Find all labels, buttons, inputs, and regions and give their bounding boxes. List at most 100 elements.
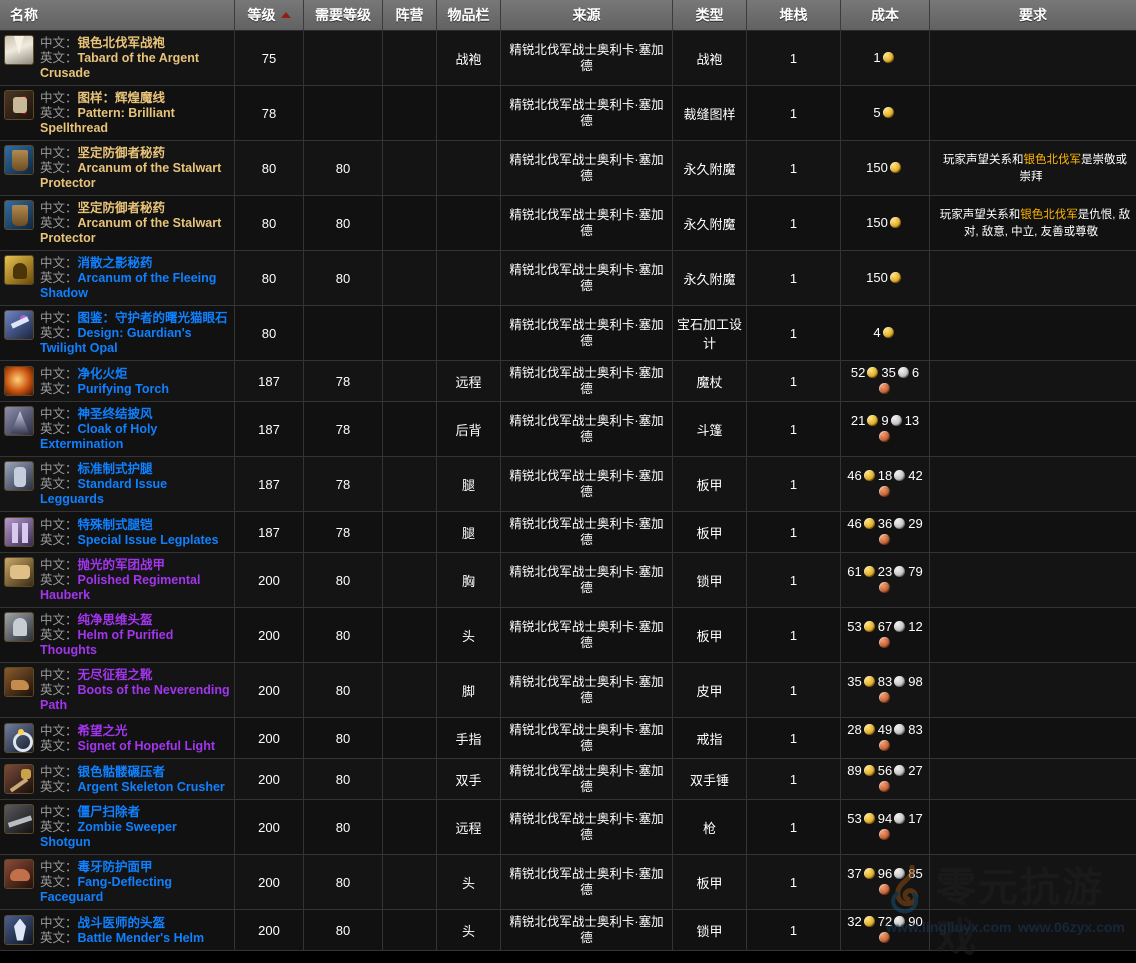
item-name-en[interactable]: Special Issue Legplates: [78, 533, 219, 547]
item-name-cn[interactable]: 神圣终结披风: [78, 407, 153, 421]
item-icon-mace[interactable]: [4, 764, 34, 794]
cell-source[interactable]: 精锐北伐军战士奥利卡·塞加德: [501, 512, 673, 553]
cell-source[interactable]: 精锐北伐军战士奥利卡·塞加德: [501, 608, 673, 663]
item-icon-face[interactable]: [4, 859, 34, 889]
cell-source[interactable]: 精锐北伐军战士奥利卡·塞加德: [501, 800, 673, 855]
requirement-faction[interactable]: 银色北伐军: [1024, 154, 1082, 166]
table-row[interactable]: 中文：纯净思维头盔英文：Helm of Purified Thoughts200…: [0, 608, 1136, 663]
cell-source[interactable]: 精锐北伐军战士奥利卡·塞加德: [501, 759, 673, 800]
item-name-cn[interactable]: 无尽征程之靴: [78, 668, 153, 682]
item-icon-ring[interactable]: [4, 723, 34, 753]
item-icon-arcanum[interactable]: [4, 200, 34, 230]
item-name-cn[interactable]: 银色北伐军战袍: [78, 36, 166, 50]
table-row[interactable]: 中文：特殊制式腿铠英文：Special Issue Legplates18778…: [0, 512, 1136, 553]
cell-source[interactable]: 精锐北伐军战士奥利卡·塞加德: [501, 196, 673, 251]
item-name-en[interactable]: Battle Mender's Helm: [78, 931, 205, 945]
table-row[interactable]: 中文：战斗医师的头盔英文：Battle Mender's Helm20080头精…: [0, 910, 1136, 951]
item-icon-arcanum[interactable]: [4, 145, 34, 175]
table-row[interactable]: 中文：无尽征程之靴英文：Boots of the Neverending Pat…: [0, 663, 1136, 718]
cell-source[interactable]: 精锐北伐军战士奥利卡·塞加德: [501, 306, 673, 361]
item-icon-design[interactable]: [4, 310, 34, 340]
item-icon-helm[interactable]: [4, 612, 34, 642]
cell-source[interactable]: 精锐北伐军战士奥利卡·塞加德: [501, 910, 673, 951]
item-icon-legs[interactable]: [4, 461, 34, 491]
item-name-cn[interactable]: 纯净思维头盔: [78, 613, 153, 627]
item-name-cn[interactable]: 银色骷髅碾压者: [78, 765, 166, 779]
cell-source[interactable]: 精锐北伐军战士奥利卡·塞加德: [501, 251, 673, 306]
cell-type: 板甲: [673, 855, 747, 910]
label-chinese: 中文：: [40, 613, 78, 627]
table-row[interactable]: 中文：坚定防御者秘药英文：Arcanum of the Stalwart Pro…: [0, 141, 1136, 196]
item-name-en[interactable]: Purifying Torch: [78, 382, 169, 396]
cell-requirement: 玩家声望关系和银色北伐军是崇敬或崇拜: [930, 141, 1136, 196]
table-row[interactable]: 中文：抛光的军团战甲英文：Polished Regimental Hauberk…: [0, 553, 1136, 608]
item-name-cn[interactable]: 坚定防御者秘药: [78, 146, 166, 160]
cell-source[interactable]: 精锐北伐军战士奥利卡·塞加德: [501, 855, 673, 910]
table-row[interactable]: 中文：坚定防御者秘药英文：Arcanum of the Stalwart Pro…: [0, 196, 1136, 251]
item-icon-legs2[interactable]: [4, 517, 34, 547]
table-row[interactable]: 中文：银色北伐军战袍英文：Tabard of the Argent Crusad…: [0, 31, 1136, 86]
table-row[interactable]: 中文：希望之光英文：Signet of Hopeful Light20080手指…: [0, 718, 1136, 759]
item-icon-boots[interactable]: [4, 667, 34, 697]
table-row[interactable]: 中文：神圣终结披风英文：Cloak of Holy Extermination1…: [0, 402, 1136, 457]
item-name-cn[interactable]: 净化火炬: [78, 367, 128, 381]
item-name-cn[interactable]: 特殊制式腿铠: [78, 518, 153, 532]
cell-faction: [383, 910, 437, 951]
item-icon-gun[interactable]: [4, 804, 34, 834]
column-header-level[interactable]: 等级: [235, 0, 304, 31]
item-icon-cloak[interactable]: [4, 406, 34, 436]
item-name-cn[interactable]: 图鉴：守护者的曙光猫眼石: [78, 311, 228, 325]
cost-amount-gold: 35: [847, 674, 861, 689]
item-icon-chest[interactable]: [4, 557, 34, 587]
cell-stack: 1: [747, 86, 841, 141]
item-icon-torch[interactable]: [4, 366, 34, 396]
cell-source[interactable]: 精锐北伐军战士奥利卡·塞加德: [501, 457, 673, 512]
table-row[interactable]: 中文：图样：辉煌魔线英文：Pattern: Brilliant Spellthr…: [0, 86, 1136, 141]
cell-source[interactable]: 精锐北伐军战士奥利卡·塞加德: [501, 361, 673, 402]
column-header-faction[interactable]: 阵营: [383, 0, 437, 31]
item-name-cn[interactable]: 毒牙防护面甲: [78, 860, 153, 874]
requirement-faction[interactable]: 银色北伐军: [1020, 209, 1078, 221]
cell-source[interactable]: 精锐北伐军战士奥利卡·塞加德: [501, 553, 673, 608]
cell-source[interactable]: 精锐北伐军战士奥利卡·塞加德: [501, 718, 673, 759]
cell-source[interactable]: 精锐北伐军战士奥利卡·塞加德: [501, 31, 673, 86]
item-name-cn[interactable]: 希望之光: [78, 724, 128, 738]
table-row[interactable]: 中文：消散之影秘药英文：Arcanum of the Fleeing Shado…: [0, 251, 1136, 306]
column-header-slot[interactable]: 物品栏: [437, 0, 501, 31]
item-icon-arcanum2[interactable]: [4, 255, 34, 285]
item-icon-tabard[interactable]: [4, 35, 34, 65]
item-icon-bhelm[interactable]: [4, 915, 34, 945]
column-header-stack[interactable]: 堆栈: [747, 0, 841, 31]
column-header-source[interactable]: 来源: [501, 0, 673, 31]
item-icon-pattern[interactable]: [4, 90, 34, 120]
column-header-source-label: 来源: [573, 7, 601, 23]
column-header-type[interactable]: 类型: [673, 0, 747, 31]
item-name-cn[interactable]: 坚定防御者秘药: [78, 201, 166, 215]
item-name-en[interactable]: Argent Skeleton Crusher: [78, 780, 225, 794]
item-name-cn[interactable]: 图样：辉煌魔线: [78, 91, 166, 105]
table-row[interactable]: 中文：净化火炬英文：Purifying Torch18778远程精锐北伐军战士奥…: [0, 361, 1136, 402]
table-row[interactable]: 中文：标准制式护腿英文：Standard Issue Legguards1877…: [0, 457, 1136, 512]
item-name-cn[interactable]: 抛光的军团战甲: [78, 558, 166, 572]
column-header-cost[interactable]: 成本: [841, 0, 930, 31]
table-row[interactable]: 中文：毒牙防护面甲英文：Fang-Deflecting Faceguard200…: [0, 855, 1136, 910]
item-name-cn[interactable]: 战斗医师的头盔: [78, 916, 166, 930]
item-name-cn[interactable]: 标准制式护腿: [78, 462, 153, 476]
copper-coin-icon: [879, 637, 890, 648]
cell-source[interactable]: 精锐北伐军战士奥利卡·塞加德: [501, 663, 673, 718]
column-header-required-level[interactable]: 需要等级: [304, 0, 383, 31]
table-row[interactable]: 中文：僵尸扫除者英文：Zombie Sweeper Shotgun20080远程…: [0, 800, 1136, 855]
column-header-requirement[interactable]: 要求: [930, 0, 1136, 31]
cell-source[interactable]: 精锐北伐军战士奥利卡·塞加德: [501, 402, 673, 457]
cell-requirement: [930, 512, 1136, 553]
source-text: 精锐北伐军战士奥利卡·塞加德: [509, 812, 663, 842]
table-row[interactable]: 中文：银色骷髅碾压者英文：Argent Skeleton Crusher2008…: [0, 759, 1136, 800]
cell-source[interactable]: 精锐北伐军战士奥利卡·塞加德: [501, 86, 673, 141]
column-header-name[interactable]: 名称: [0, 0, 235, 31]
item-name-cn[interactable]: 僵尸扫除者: [78, 805, 141, 819]
table-row[interactable]: 中文：图鉴：守护者的曙光猫眼石英文：Design: Guardian's Twi…: [0, 306, 1136, 361]
item-name-cn[interactable]: 消散之影秘药: [78, 256, 153, 270]
source-text: 精锐北伐军战士奥利卡·塞加德: [509, 153, 663, 183]
item-name-en[interactable]: Signet of Hopeful Light: [78, 739, 215, 753]
cell-source[interactable]: 精锐北伐军战士奥利卡·塞加德: [501, 141, 673, 196]
